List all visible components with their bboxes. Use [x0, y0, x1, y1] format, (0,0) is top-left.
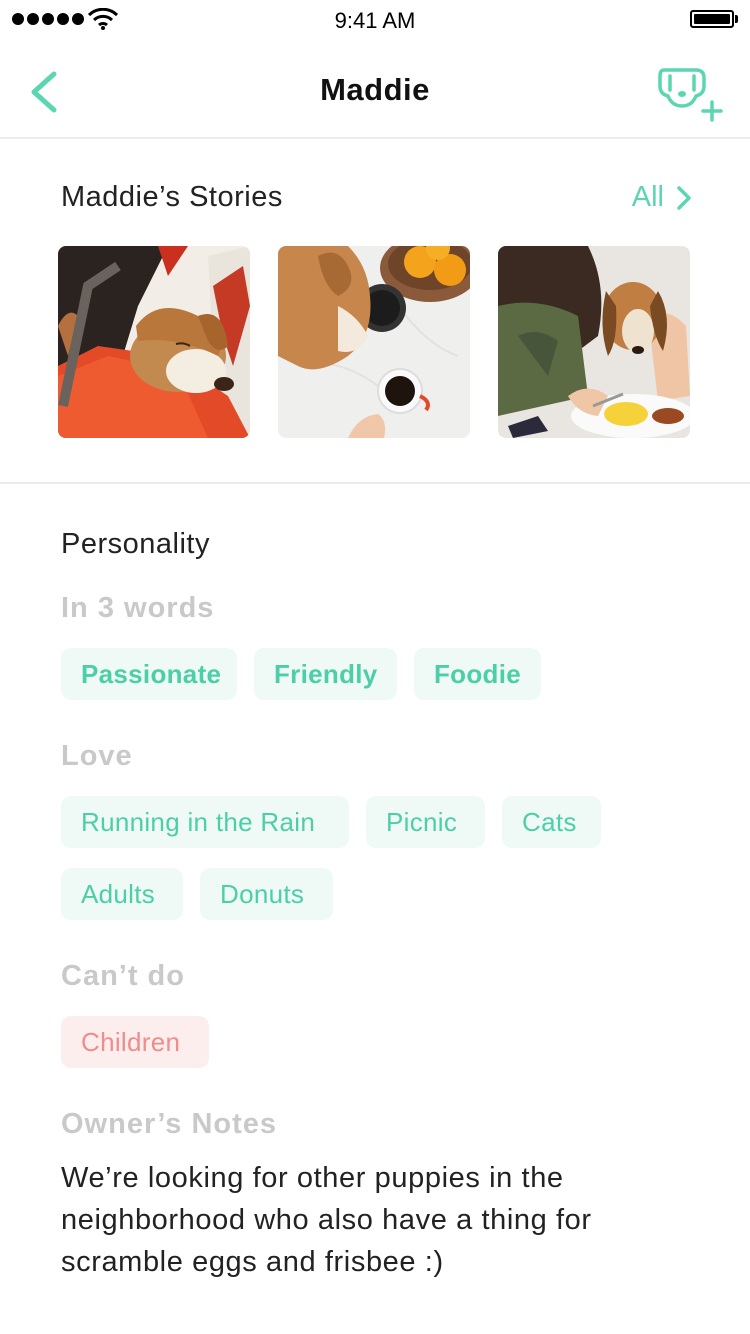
- all-stories-label: All: [631, 181, 664, 213]
- tag-picnic[interactable]: Picnic: [366, 796, 485, 848]
- personality-title: Personality: [61, 528, 210, 560]
- add-dog-icon: [658, 68, 723, 122]
- status-time: 9:41 AM: [334, 8, 416, 33]
- owners-notes-text: We’re looking for other puppies in the n…: [61, 1162, 592, 1278]
- add-dog-button[interactable]: [656, 66, 726, 122]
- cant-do-label: Can’t do: [61, 960, 185, 992]
- tag-cats[interactable]: Cats: [502, 796, 601, 848]
- tag-running-in-the-rain[interactable]: Running in the Rain: [61, 796, 349, 848]
- story-thumbnail-2[interactable]: [278, 246, 470, 438]
- in-3-words-label: In 3 words: [61, 592, 215, 624]
- nav-bar: Maddie: [0, 40, 750, 139]
- chevron-right-icon: [677, 185, 691, 210]
- tag-friendly[interactable]: Friendly: [254, 648, 397, 700]
- status-bar: 9:41 AM: [0, 0, 750, 40]
- battery-icon: [690, 10, 738, 28]
- love-label: Love: [61, 740, 133, 772]
- stories-section: Maddie’s Stories All: [0, 141, 750, 484]
- tag-children[interactable]: Children: [61, 1016, 209, 1068]
- tag-foodie[interactable]: Foodie: [414, 648, 541, 700]
- tag-passionate[interactable]: Passionate: [61, 648, 237, 700]
- stories-title: Maddie’s Stories: [61, 181, 283, 213]
- all-stories-link[interactable]: All: [632, 181, 692, 214]
- owners-notes-label: Owner’s Notes: [61, 1108, 278, 1140]
- story-thumbnail-1[interactable]: [58, 246, 250, 438]
- page-title: Maddie: [320, 72, 430, 107]
- tag-donuts[interactable]: Donuts: [200, 868, 333, 920]
- tag-adults[interactable]: Adults: [61, 868, 183, 920]
- story-thumbnail-3[interactable]: [498, 246, 690, 438]
